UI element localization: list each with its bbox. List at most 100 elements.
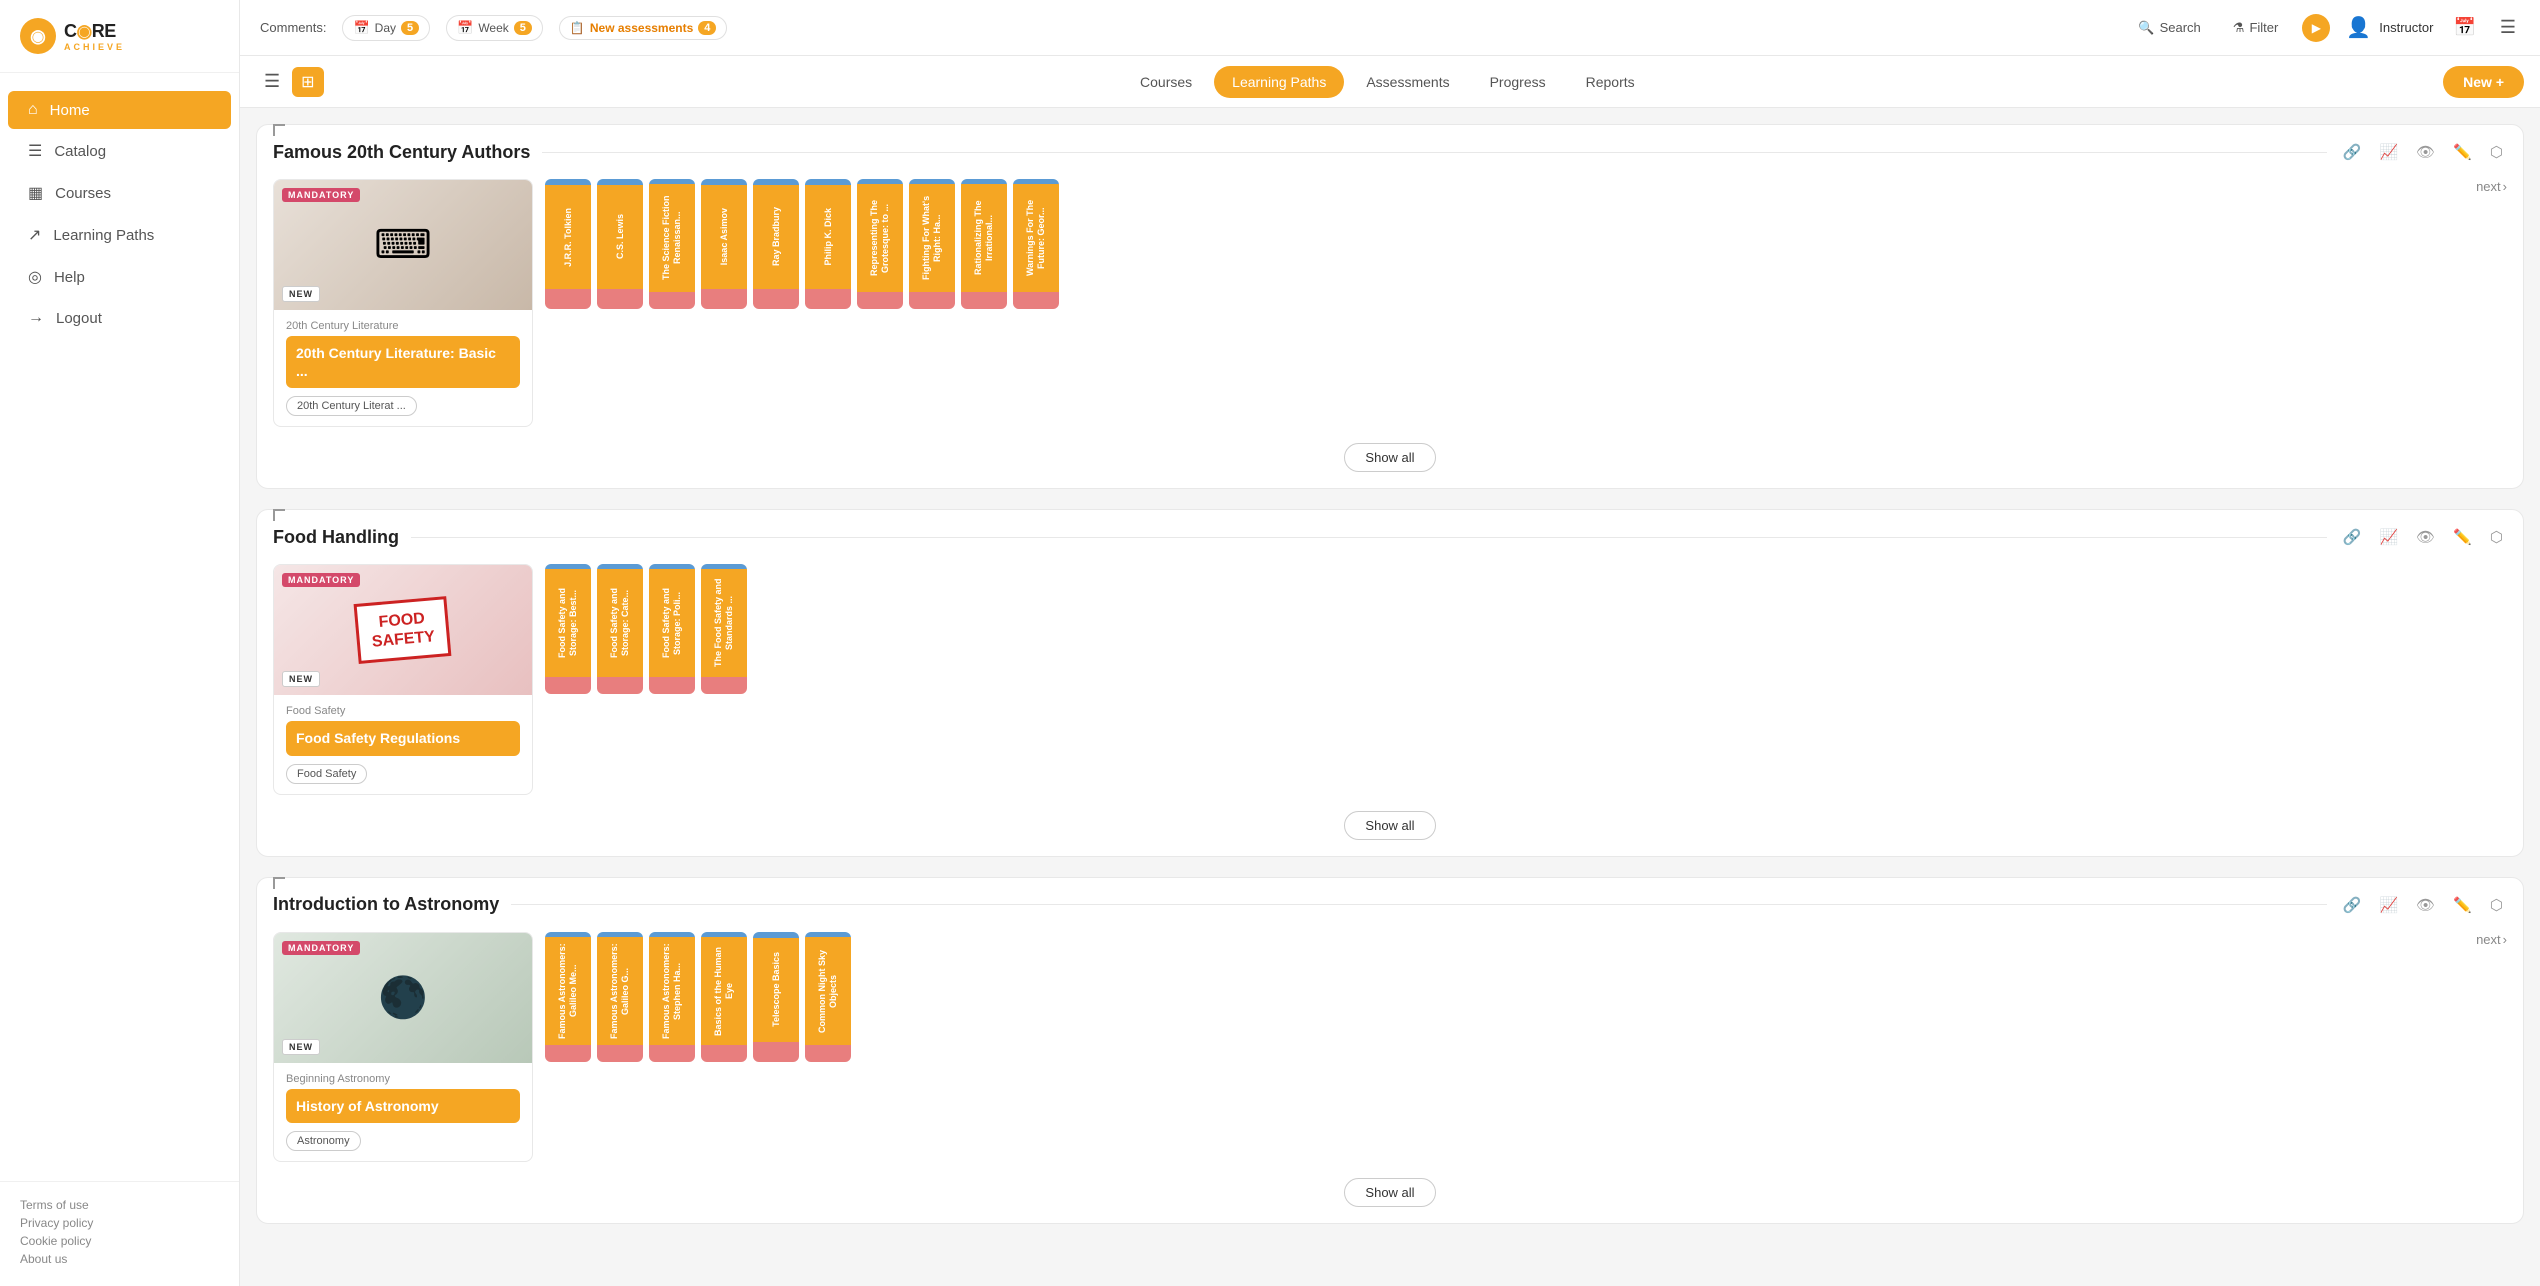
next-btn-authors[interactable]: next › <box>2476 179 2507 194</box>
sidebar-item-courses[interactable]: ▦ Courses <box>8 173 231 213</box>
main-course-astronomy[interactable]: 🌑 MANDATORY NEW Beginning Astronomy Hist… <box>273 932 533 1162</box>
mini-card-ast3[interactable]: Famous Astronomers: Stephen Ha... <box>649 932 695 1062</box>
day-comments-btn[interactable]: 📅 Day 5 <box>342 15 430 41</box>
mini-card-ast1[interactable]: Famous Astronomers: Galileo Me... <box>545 932 591 1062</box>
tab-courses[interactable]: Courses <box>1122 66 1210 98</box>
mini-card-lewis[interactable]: C.S. Lewis <box>597 179 643 309</box>
section-link-btn[interactable]: 🔗 <box>2339 894 2366 916</box>
section-body-authors: ⌨ MANDATORY NEW 20th Century Literature … <box>273 179 2507 427</box>
mini-card-body: Famous Astronomers: Galileo Me... <box>545 937 591 1045</box>
course-thumbnail-astronomy: 🌑 MANDATORY NEW <box>274 933 532 1063</box>
section-eye-btn[interactable]: 👁 <box>2412 141 2439 163</box>
section-edit-btn[interactable]: ✏️ <box>2449 894 2476 916</box>
week-count: 5 <box>514 21 532 35</box>
mini-card-bottom <box>597 677 643 694</box>
about-link[interactable]: About us <box>20 1252 219 1266</box>
mini-card-dick[interactable]: Philip K. Dick <box>805 179 851 309</box>
tab-learning-paths[interactable]: Learning Paths <box>1214 66 1344 98</box>
mini-card-fs3[interactable]: Food Safety and Storage: Poli... <box>649 564 695 694</box>
section-chart-btn[interactable]: 📈 <box>2375 141 2402 163</box>
chevron-right-icon: › <box>2503 932 2507 947</box>
sidebar-item-label: Help <box>54 269 85 286</box>
nav-grid-btn[interactable]: ⊞ <box>292 67 323 97</box>
section-astronomy: Introduction to Astronomy 🔗 📈 👁 ✏️ ⬡ 🌑 <box>256 877 2524 1224</box>
search-btn[interactable]: 🔍 Search <box>2130 16 2208 40</box>
calendar-btn[interactable]: 📅 <box>2449 13 2479 42</box>
mini-card-bottom <box>649 1045 695 1062</box>
mini-card-fs2[interactable]: Food Safety and Storage: Cate... <box>597 564 643 694</box>
show-all-btn-food[interactable]: Show all <box>1344 811 1435 840</box>
course-tag-btn[interactable]: 20th Century Literat ... <box>286 396 417 416</box>
section-eye-btn[interactable]: 👁 <box>2412 894 2439 916</box>
new-badge-food: NEW <box>282 671 320 687</box>
section-link-btn[interactable]: 🔗 <box>2339 526 2366 548</box>
comments-label: Comments: <box>260 20 326 35</box>
mini-card-ast5[interactable]: Telescope Basics <box>753 932 799 1062</box>
mini-card-ast4[interactable]: Basics of the Human Eye <box>701 932 747 1062</box>
section-eye-btn[interactable]: 👁 <box>2412 526 2439 548</box>
next-btn-astronomy[interactable]: next › <box>2476 932 2507 947</box>
nav-toggle-btn[interactable]: ☰ <box>256 67 288 96</box>
section-chart-btn[interactable]: 📈 <box>2375 526 2402 548</box>
cookie-link[interactable]: Cookie policy <box>20 1234 219 1248</box>
course-tag-btn-astronomy[interactable]: Astronomy <box>286 1131 361 1151</box>
show-all-btn-authors[interactable]: Show all <box>1344 443 1435 472</box>
mini-card-asimov[interactable]: Isaac Asimov <box>701 179 747 309</box>
section-actions: 🔗 📈 👁 ✏️ ⬡ <box>2339 141 2507 163</box>
mini-card-label: Food Safety and Storage: Cate... <box>609 573 631 673</box>
section-link-btn[interactable]: 🔗 <box>2339 141 2366 163</box>
tab-progress[interactable]: Progress <box>1472 66 1564 98</box>
section-chart-btn[interactable]: 📈 <box>2375 894 2402 916</box>
section-cube-btn[interactable]: ⬡ <box>2486 141 2507 163</box>
sidebar: ◉ C◉RE ACHIEVE ⌂ Home ☰ Catalog ▦ Course… <box>0 0 240 1286</box>
section-edit-btn[interactable]: ✏️ <box>2449 141 2476 163</box>
sidebar-item-home[interactable]: ⌂ Home <box>8 91 231 129</box>
mini-card-bradbury[interactable]: Ray Bradbury <box>753 179 799 309</box>
show-all-btn-astronomy[interactable]: Show all <box>1344 1178 1435 1207</box>
user-area[interactable]: 👤 Instructor <box>2346 15 2433 40</box>
sidebar-item-label: Home <box>50 102 90 119</box>
mini-card-bottom <box>597 1045 643 1062</box>
mini-card-fs1[interactable]: Food Safety and Storage: Best... <box>545 564 591 694</box>
new-assessments-btn[interactable]: 📋 New assessments 4 <box>559 16 727 40</box>
mini-card-fighting[interactable]: Fighting For What's Right: Ha... <box>909 179 955 309</box>
terms-link[interactable]: Terms of use <box>20 1198 219 1212</box>
new-plus-button[interactable]: New + <box>2443 66 2524 98</box>
mini-card-ast6[interactable]: Common Night Sky Objects <box>805 932 851 1062</box>
privacy-link[interactable]: Privacy policy <box>20 1216 219 1230</box>
menu-btn[interactable]: ☰ <box>2496 13 2520 42</box>
sidebar-item-help[interactable]: ◎ Help <box>8 257 231 297</box>
mini-card-rationalizing[interactable]: Rationalizing The Irrational... <box>961 179 1007 309</box>
tab-reports[interactable]: Reports <box>1568 66 1653 98</box>
section-edit-btn[interactable]: ✏️ <box>2449 526 2476 548</box>
mini-card-tolkien[interactable]: J.R.R. Tolkien <box>545 179 591 309</box>
mini-card-representing[interactable]: Representing The Grotesque: to ... <box>857 179 903 309</box>
mandatory-badge-astronomy: MANDATORY <box>282 941 360 955</box>
mini-card-body: Warnings For The Future: Geor... <box>1013 184 1059 292</box>
course-tag-btn-food[interactable]: Food Safety <box>286 764 367 784</box>
sidebar-item-learning-paths[interactable]: ↗ Learning Paths <box>8 215 231 255</box>
new-assessments-count: 4 <box>698 21 716 35</box>
section-cube-btn[interactable]: ⬡ <box>2486 526 2507 548</box>
sidebar-item-catalog[interactable]: ☰ Catalog <box>8 131 231 171</box>
sidebar-nav: ⌂ Home ☰ Catalog ▦ Courses ↗ Learning Pa… <box>0 73 239 1181</box>
sidebar-item-logout[interactable]: → Logout <box>8 299 231 337</box>
mini-card-bottom <box>701 1045 747 1062</box>
mini-card-body: Isaac Asimov <box>701 185 747 289</box>
mini-card-body: Philip K. Dick <box>805 185 851 289</box>
course-info-astronomy: Beginning Astronomy History of Astronomy… <box>274 1063 532 1161</box>
mini-card-warnings[interactable]: Warnings For The Future: Geor... <box>1013 179 1059 309</box>
filter-btn[interactable]: ⚗ Filter <box>2225 16 2287 40</box>
mini-card-scifi[interactable]: The Science Fiction Renaissan... <box>649 179 695 309</box>
main-course-authors[interactable]: ⌨ MANDATORY NEW 20th Century Literature … <box>273 179 533 427</box>
main-course-food[interactable]: FOODSAFETY MANDATORY NEW Food Safety Foo… <box>273 564 533 794</box>
section-divider <box>511 904 2326 905</box>
mini-card-fs4[interactable]: The Food Safety and Standards ... <box>701 564 747 694</box>
tab-assessments[interactable]: Assessments <box>1348 66 1467 98</box>
section-cube-btn[interactable]: ⬡ <box>2486 894 2507 916</box>
mini-card-ast2[interactable]: Famous Astronomers: Galileo G... <box>597 932 643 1062</box>
week-comments-btn[interactable]: 📅 Week 5 <box>446 15 543 41</box>
play-btn[interactable]: ▶ <box>2302 14 2330 42</box>
mini-card-body: The Food Safety and Standards ... <box>701 569 747 677</box>
calendar-day-icon: 📅 <box>353 20 369 36</box>
